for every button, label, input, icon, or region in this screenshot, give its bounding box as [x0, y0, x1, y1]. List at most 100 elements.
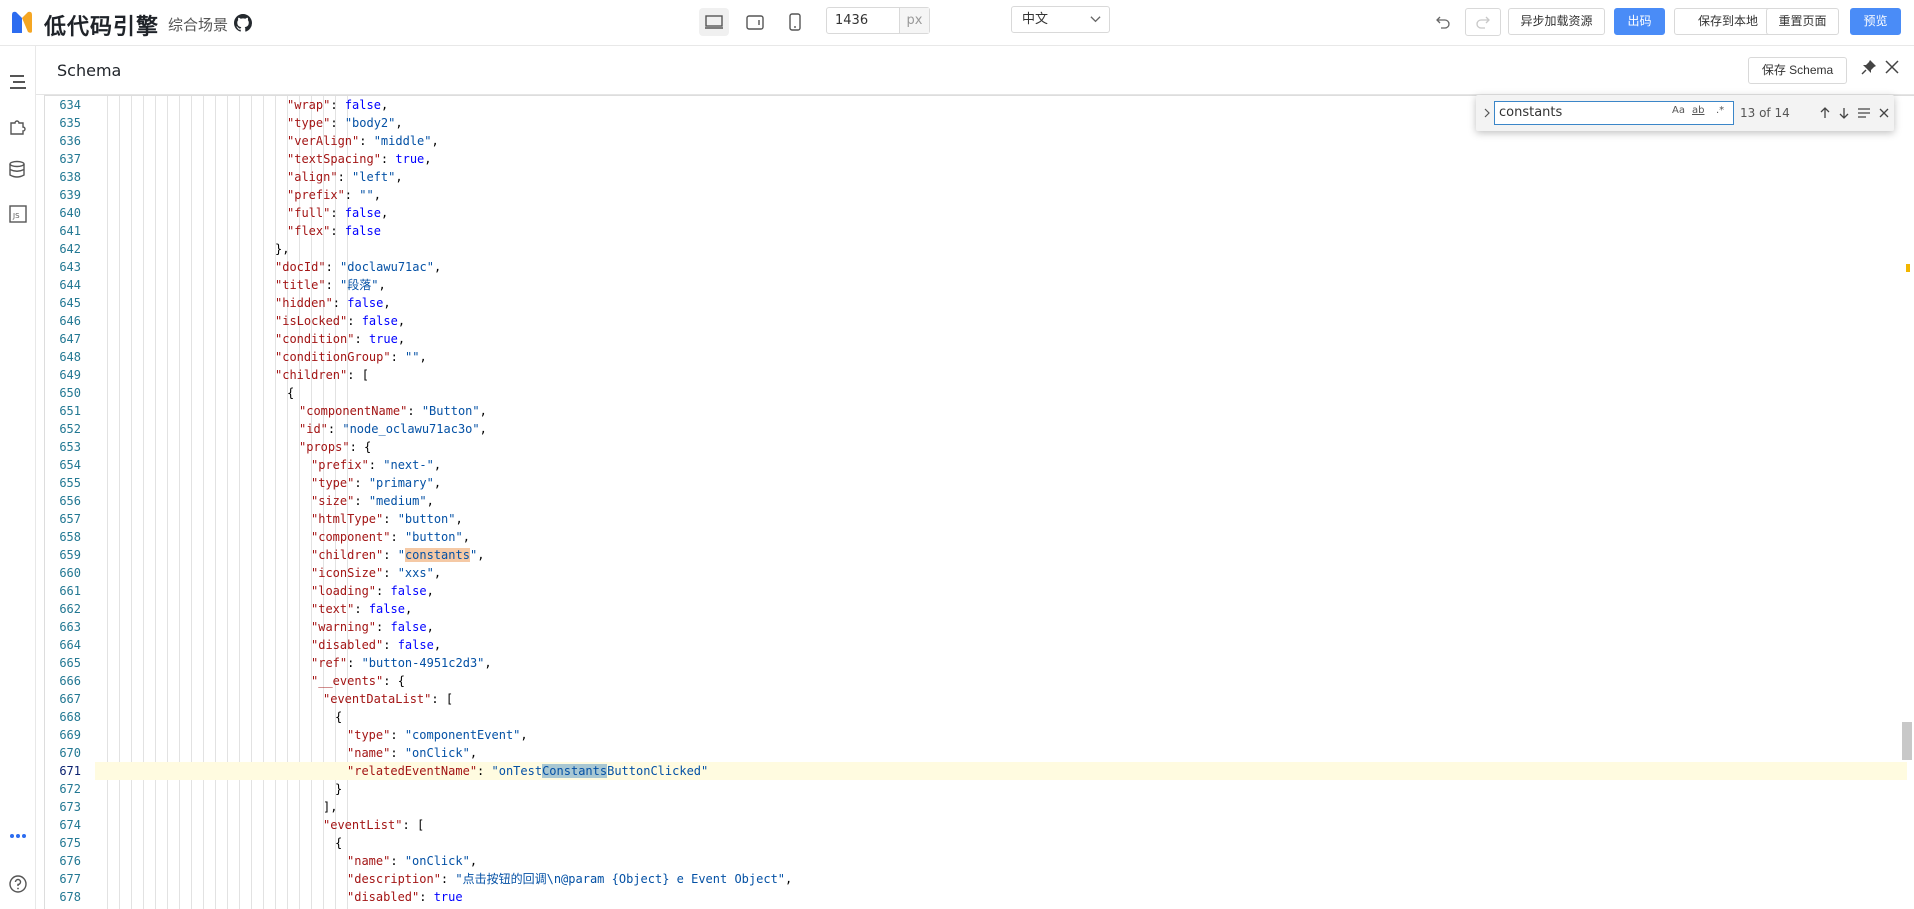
code-line[interactable]: "disabled": false,	[107, 636, 1907, 654]
code-value: "xxs"	[397, 566, 434, 580]
code-line[interactable]: "loading": false,	[107, 582, 1907, 600]
code-punctuation: :	[383, 674, 398, 688]
panel-title: Schema	[57, 61, 122, 80]
code-line[interactable]: },	[107, 240, 1907, 258]
help-icon[interactable]	[8, 874, 28, 894]
code-line[interactable]: "size": "medium",	[107, 492, 1907, 510]
code-line[interactable]: "verAlign": "middle",	[107, 132, 1907, 150]
code-punctuation: ,	[395, 170, 403, 184]
code-line[interactable]: "title": "段落",	[107, 276, 1907, 294]
code-line[interactable]: "prefix": "next-",	[107, 456, 1907, 474]
schema-code-editor[interactable]: 634 635 636 637 638 639 640 641 642 643 644 645 646 6…	[44, 95, 1914, 909]
chevron-right-icon	[1484, 108, 1490, 118]
code-value: false	[397, 638, 434, 652]
code-line[interactable]: "type": "componentEvent",	[107, 726, 1907, 744]
scene-link[interactable]: 综合场景	[168, 14, 228, 35]
component-library-icon[interactable]	[8, 116, 28, 136]
more-icon[interactable]	[8, 826, 28, 846]
code-line[interactable]: "id": "node_oclawu71ac3o",	[107, 420, 1907, 438]
code-line[interactable]: "hidden": false,	[107, 294, 1907, 312]
code-line[interactable]: "name": "onClick",	[107, 744, 1907, 762]
code-line[interactable]: }	[107, 780, 1907, 798]
previous-match-button[interactable]	[1817, 105, 1833, 121]
code-key: "disabled"	[347, 890, 420, 904]
save-schema-button[interactable]: 保存 Schema	[1748, 57, 1847, 84]
code-line[interactable]: {	[107, 708, 1907, 726]
code-lines[interactable]: "wrap": false, "type": "body2", "verAlign"…	[95, 96, 1907, 909]
code-line[interactable]: "warning": false,	[107, 618, 1907, 636]
device-phone-button[interactable]	[780, 8, 810, 36]
code-key: "condition"	[275, 332, 355, 346]
code-line[interactable]: "eventList": [	[107, 816, 1907, 834]
code-line[interactable]: "children": "constants",	[107, 546, 1907, 564]
outline-tree-icon[interactable]	[8, 72, 28, 92]
desktop-icon	[705, 15, 723, 29]
code-line[interactable]: {	[107, 834, 1907, 852]
line-number: 678	[59, 890, 81, 904]
close-find-button[interactable]	[1876, 105, 1892, 121]
code-line[interactable]: "__events": {	[107, 672, 1907, 690]
code-line-content: "type": "componentEvent",	[347, 726, 528, 744]
canvas-width-input[interactable]: 1436 px	[826, 7, 930, 34]
code-line[interactable]: "component": "button",	[107, 528, 1907, 546]
code-value: false	[347, 296, 384, 310]
pin-icon[interactable]	[1861, 59, 1877, 75]
code-line-content: "id": "node_oclawu71ac3o",	[299, 420, 487, 438]
code-key: "full"	[287, 206, 331, 220]
editor-scrollbar[interactable]	[1902, 96, 1912, 909]
code-line[interactable]: "align": "left",	[107, 168, 1907, 186]
language-select[interactable]: 中文	[1011, 6, 1110, 33]
line-number: 669	[59, 728, 81, 742]
code-line[interactable]: ],	[107, 798, 1907, 816]
code-line[interactable]: "relatedEventName": "onTestConstantsButt…	[95, 762, 1907, 780]
code-line[interactable]: "conditionGroup": "",	[107, 348, 1907, 366]
reset-page-button[interactable]: 重置页面	[1766, 8, 1839, 35]
use-regex-toggle[interactable]: .*	[1716, 105, 1724, 116]
code-punctuation: :	[349, 440, 365, 454]
close-icon[interactable]	[1884, 59, 1900, 75]
code-line[interactable]: "prefix": "",	[107, 186, 1907, 204]
code-line[interactable]: "type": "primary",	[107, 474, 1907, 492]
code-line[interactable]: "condition": true,	[107, 330, 1907, 348]
code-line[interactable]: "children": [	[107, 366, 1907, 384]
code-line[interactable]: "componentName": "Button",	[107, 402, 1907, 420]
code-line[interactable]: "textSpacing": true,	[107, 150, 1907, 168]
code-line[interactable]: "isLocked": false,	[107, 312, 1907, 330]
code-value: false	[344, 206, 381, 220]
redo-button[interactable]	[1465, 8, 1501, 36]
preview-button[interactable]: 预览	[1850, 8, 1901, 35]
github-icon[interactable]	[234, 14, 252, 32]
scrollbar-thumb[interactable]	[1902, 722, 1912, 760]
code-line[interactable]: "docId": "doclawu71ac",	[107, 258, 1907, 276]
code-line[interactable]: "eventDataList": [	[107, 690, 1907, 708]
code-line[interactable]: "name": "onClick",	[107, 852, 1907, 870]
export-code-button[interactable]: 出码	[1614, 8, 1665, 35]
line-number: 670	[59, 746, 81, 760]
code-line[interactable]: "full": false,	[107, 204, 1907, 222]
code-line[interactable]: "ref": "button-4951c2d3",	[107, 654, 1907, 672]
code-line[interactable]: "text": false,	[107, 600, 1907, 618]
async-load-resources-button[interactable]: 异步加载资源	[1508, 8, 1605, 35]
code-line[interactable]: "props": {	[107, 438, 1907, 456]
code-punctuation: ,	[424, 152, 432, 166]
code-line[interactable]: "iconSize": "xxs",	[107, 564, 1907, 582]
device-desktop-button[interactable]	[699, 8, 729, 36]
canvas-width-value[interactable]: 1436	[827, 8, 899, 33]
data-source-icon[interactable]	[8, 160, 28, 180]
toggle-replace-button[interactable]	[1479, 104, 1495, 122]
code-line[interactable]: "disabled": true	[107, 888, 1907, 906]
find-in-selection-button[interactable]	[1856, 105, 1872, 121]
js-code-icon[interactable]: JS	[8, 204, 28, 224]
code-punctuation: :	[359, 134, 374, 148]
code-line-content: "eventList": [	[323, 816, 424, 834]
device-tablet-button[interactable]	[740, 8, 770, 36]
code-line[interactable]: "flex": false	[107, 222, 1907, 240]
match-whole-word-toggle[interactable]: ab	[1692, 105, 1704, 116]
code-line[interactable]: {	[107, 384, 1907, 402]
undo-button[interactable]	[1428, 8, 1458, 36]
code-line[interactable]: "htmlType": "button",	[107, 510, 1907, 528]
next-match-button[interactable]	[1836, 105, 1852, 121]
match-case-toggle[interactable]: Aa	[1672, 105, 1685, 116]
find-match-count: 13 of 14	[1740, 106, 1790, 120]
code-line[interactable]: "description": "点击按钮的回调\n@param {Object}…	[107, 870, 1907, 888]
